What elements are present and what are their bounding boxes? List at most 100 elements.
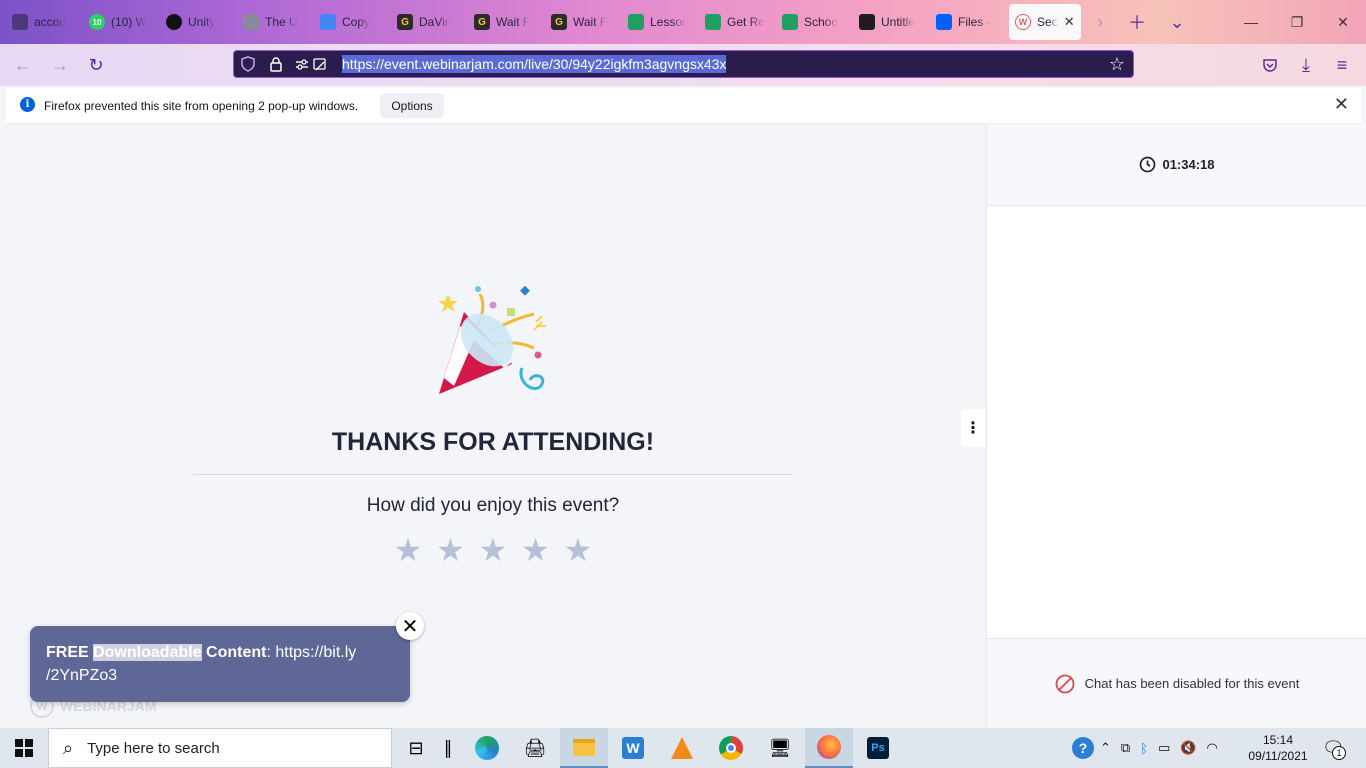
unity-cube-icon — [243, 14, 259, 30]
clock-icon — [1140, 156, 1156, 173]
disabled-icon — [1055, 674, 1075, 693]
permissions-icon[interactable] — [294, 56, 328, 77]
volume-muted-icon[interactable]: 🔇 — [1180, 740, 1196, 756]
help-icon[interactable]: ? — [1072, 737, 1094, 759]
tab-2[interactable]: Unity — [160, 0, 237, 44]
photoshop-icon[interactable]: Ps — [854, 728, 902, 768]
tab-9[interactable]: Get Re — [699, 0, 776, 44]
close-icon[interactable]: ✕ — [1334, 94, 1349, 115]
edge-icon[interactable] — [463, 728, 511, 768]
g-logo-icon: G — [551, 14, 567, 30]
party-popper-icon — [438, 285, 546, 394]
firefox-icon[interactable] — [805, 728, 853, 768]
docs-icon — [320, 14, 336, 30]
tab-7[interactable]: G Wait F — [545, 0, 622, 44]
minimize-window-icon[interactable]: — — [1228, 0, 1274, 44]
timer-value: 01:34:18 — [1162, 157, 1215, 172]
mountain-icon — [705, 14, 721, 30]
battery-icon[interactable]: ▭ — [1158, 740, 1170, 756]
scanner-icon[interactable]: 🖨 — [511, 728, 559, 768]
system-tray: ? ⌃ ⧉ ᛒ ▭ 🔇 ◠ — [1072, 728, 1218, 768]
lock-icon[interactable] — [268, 56, 284, 77]
reload-icon[interactable]: ↻ — [84, 53, 108, 77]
divider — [193, 474, 793, 475]
tab-scroll-right-icon[interactable]: › — [1083, 0, 1117, 44]
close-tab-icon[interactable]: ✕ — [1064, 14, 1075, 30]
file-explorer-icon[interactable] — [560, 728, 608, 768]
notification-text: Firefox prevented this site from opening… — [44, 99, 359, 113]
info-icon: i — [20, 97, 35, 112]
wps-office-icon[interactable]: W — [609, 728, 657, 768]
tab-1[interactable]: 10 (10) W — [83, 0, 160, 44]
list-tabs-chevron-icon[interactable]: ⌄ — [1157, 0, 1197, 44]
rating-question: How did you enjoy this event? — [366, 495, 620, 516]
tab-label: Copy — [342, 15, 371, 29]
tab-5[interactable]: G DaVin — [391, 0, 468, 44]
search-icon: ⌕ — [63, 737, 74, 758]
more-options-icon[interactable]: ⋮ — [961, 409, 985, 447]
popup-middle: Content — [201, 644, 267, 661]
notification-count-badge: 1 — [1332, 745, 1346, 760]
tab-8[interactable]: Lessor — [622, 0, 699, 44]
tab-4[interactable]: Copy — [314, 0, 391, 44]
promo-popup[interactable]: FREE Downloadable Content: https://bit.l… — [30, 626, 410, 702]
webinarjam-icon: W — [1015, 14, 1031, 30]
g-logo-icon: G — [474, 14, 490, 30]
shield-icon[interactable] — [240, 56, 256, 77]
close-popup-icon[interactable]: ✕ — [396, 612, 424, 640]
forward-arrow-icon[interactable]: → — [48, 53, 72, 77]
tab-label: Wait F — [573, 15, 608, 29]
action-center-icon[interactable]: 🗨1 — [1322, 728, 1346, 768]
back-arrow-icon[interactable]: ← — [11, 53, 35, 77]
mountain-icon — [628, 14, 644, 30]
unity-icon — [166, 14, 182, 30]
pocket-icon[interactable] — [1258, 53, 1282, 77]
taskbar-search[interactable]: ⌕ Type here to search — [48, 728, 392, 768]
tab-0[interactable]: accou — [6, 0, 83, 44]
monitor-app-icon[interactable]: 🖥 — [756, 728, 804, 768]
popup-highlight: Downloadable — [93, 644, 202, 661]
tab-label: DaVin — [419, 15, 452, 29]
downloads-icon[interactable]: ⤓ — [1294, 53, 1318, 77]
restore-window-icon[interactable]: ❐ — [1274, 0, 1320, 44]
timer: 01:34:18 — [987, 124, 1366, 206]
rating-star-icon[interactable]: ★ — [393, 534, 423, 566]
taskbar-clock[interactable]: 15:14 09/11/2021 — [1248, 732, 1308, 764]
options-button[interactable]: Options — [380, 93, 444, 118]
rating-star-icon[interactable]: ★ — [563, 534, 593, 566]
tab-6[interactable]: G Wait F — [468, 0, 545, 44]
close-window-icon[interactable]: ✕ — [1320, 0, 1366, 44]
chat-disabled-text: Chat has been disabled for this event — [1084, 676, 1300, 691]
popup-prefix: FREE — [46, 644, 94, 661]
tab-bar: accou 10 (10) W Unity The U Copy G DaVin G Wait F… — [0, 0, 1366, 44]
tab-label: Lessor — [650, 15, 687, 29]
windows-start-icon[interactable] — [0, 728, 48, 768]
tab-label: (10) W — [111, 15, 147, 29]
tab-label: Wait F — [496, 15, 531, 29]
rating-star-icon[interactable]: ★ — [436, 534, 466, 566]
chrome-icon[interactable] — [707, 728, 755, 768]
star-rating: ★ ★ ★ ★ ★ — [393, 534, 593, 566]
search-placeholder: Type here to search — [87, 739, 220, 757]
rating-star-icon[interactable]: ★ — [478, 534, 508, 566]
rating-star-icon[interactable]: ★ — [521, 534, 551, 566]
figma-icon — [859, 14, 875, 30]
tab-active[interactable]: W Sec ✕ — [1009, 4, 1081, 40]
camera-icon[interactable]: ⧉ — [1121, 740, 1130, 756]
tab-12[interactable]: Files - — [930, 0, 1007, 44]
menu-hamburger-icon[interactable]: ≡ — [1330, 53, 1354, 77]
tab-10[interactable]: Schoo — [776, 0, 853, 44]
tray-expand-chevron-icon[interactable]: ⌃ — [1100, 740, 1111, 756]
chat-disabled-notice: Chat has been disabled for this event — [987, 638, 1366, 728]
vlc-icon[interactable] — [658, 728, 706, 768]
wifi-icon[interactable]: ◠ — [1207, 740, 1218, 756]
bluetooth-icon[interactable]: ᛒ — [1140, 741, 1148, 756]
bookmark-star-icon[interactable]: ☆ — [1109, 54, 1125, 75]
new-tab-icon[interactable]: ＋ — [1117, 0, 1157, 44]
url-bar[interactable]: https://event.webinarjam.com/live/30/94y… — [233, 50, 1134, 78]
url-text[interactable]: https://event.webinarjam.com/live/30/94y… — [342, 55, 727, 73]
whatsapp-icon: 10 — [89, 14, 105, 30]
tab-11[interactable]: Untitle — [853, 0, 930, 44]
clock-time: 15:14 — [1262, 733, 1294, 747]
tab-3[interactable]: The U — [237, 0, 314, 44]
